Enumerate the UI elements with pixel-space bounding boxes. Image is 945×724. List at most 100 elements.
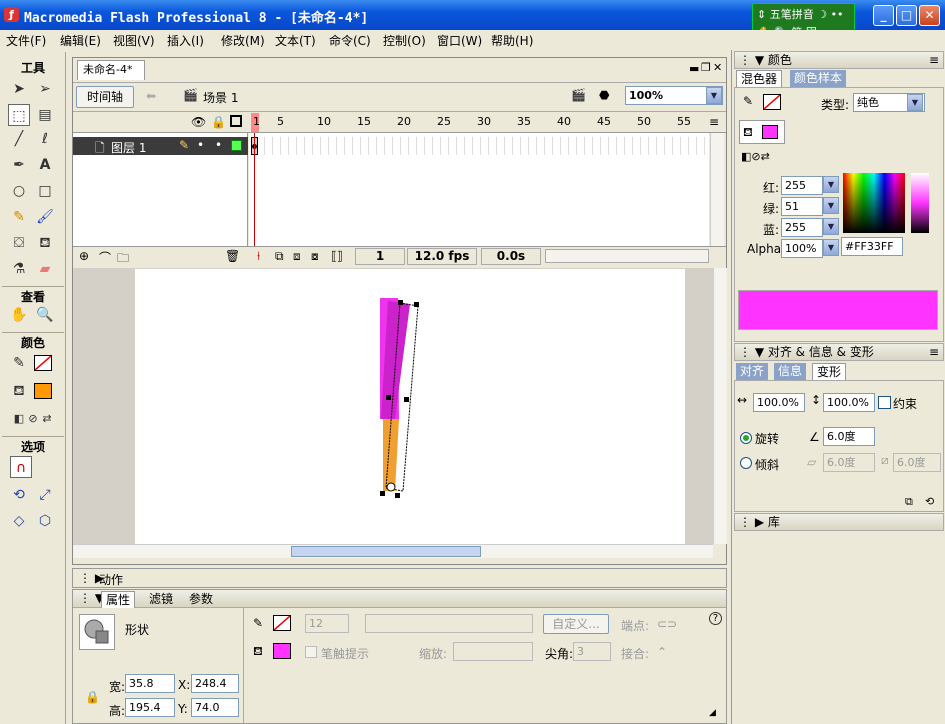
- hex-input[interactable]: #FF33FF: [841, 237, 903, 256]
- alpha-input[interactable]: 100%: [781, 239, 823, 258]
- green-dropdown-icon[interactable]: ▼: [823, 197, 839, 214]
- onion-markers-icon[interactable]: ⟦⟧: [331, 249, 343, 263]
- minimize-button[interactable]: _: [873, 5, 894, 26]
- menu-modify[interactable]: 修改(M): [221, 32, 265, 49]
- red-dropdown-icon[interactable]: ▼: [823, 176, 839, 193]
- stage-vscrollbar[interactable]: [713, 268, 727, 544]
- arrow-tool-icon[interactable]: ➤: [8, 78, 30, 100]
- outline-icon[interactable]: [230, 115, 242, 127]
- width-percent-input[interactable]: 100.0%: [753, 393, 805, 412]
- help-icon[interactable]: ?: [709, 612, 722, 625]
- close-button[interactable]: ✕: [919, 5, 940, 26]
- reset-transform-icon[interactable]: ⟲: [925, 495, 934, 508]
- onion-outline-icon[interactable]: ⧈: [293, 249, 301, 264]
- brightness-slider[interactable]: [911, 173, 929, 233]
- distort-icon[interactable]: ◇: [8, 510, 30, 532]
- hand-tool-icon[interactable]: ✋: [8, 304, 30, 326]
- pencil-tool-icon[interactable]: ✎: [8, 206, 30, 228]
- edit-scene-icon[interactable]: 🎬: [571, 88, 586, 102]
- doc-minimize-icon[interactable]: ▬: [689, 62, 699, 75]
- actions-panel-header[interactable]: ⋮ ▶ 动作: [72, 568, 727, 588]
- expand-props-icon[interactable]: ◢: [709, 708, 716, 718]
- gradient-transform-tool-icon[interactable]: ▤: [34, 104, 56, 126]
- stroke-size-input[interactable]: 12: [305, 614, 349, 633]
- subselect-tool-icon[interactable]: ➢: [34, 78, 56, 100]
- zoom-tool-icon[interactable]: 🔍: [34, 304, 56, 326]
- menu-view[interactable]: 视图(V): [113, 32, 155, 49]
- visibility-dot-icon[interactable]: •: [197, 138, 204, 152]
- fill-color-swatch-props[interactable]: [273, 643, 291, 659]
- add-folder-icon[interactable]: 🗀: [117, 249, 129, 270]
- lock-icon[interactable]: 🔒: [211, 115, 226, 129]
- stroke-style-select[interactable]: [365, 614, 533, 633]
- join-icon[interactable]: ⌃: [657, 645, 667, 659]
- fill-color-swatch[interactable]: [34, 383, 52, 399]
- mixer-fill-box[interactable]: ⛾: [739, 120, 785, 144]
- tab-filters[interactable]: 滤镜: [145, 591, 177, 608]
- timeline-vscrollbar[interactable]: [710, 133, 724, 246]
- envelope-icon[interactable]: ⬡: [34, 510, 56, 532]
- panel-menu-icon-2[interactable]: ≡: [929, 344, 939, 360]
- constrain-checkbox[interactable]: [878, 396, 891, 409]
- transform-panel-header[interactable]: ⋮ ▼ 对齐 & 信息 & 变形 ≡: [734, 343, 944, 361]
- mixer-fill-swatch[interactable]: [762, 125, 778, 139]
- lasso-tool-icon[interactable]: ℓ: [34, 128, 56, 150]
- stroke-color-swatch[interactable]: [34, 355, 52, 371]
- height-input[interactable]: 195.4: [125, 698, 175, 717]
- height-percent-input[interactable]: 100.0%: [823, 393, 875, 412]
- skew-v-input[interactable]: 6.0度: [893, 453, 941, 472]
- eraser-tool-icon[interactable]: ▰: [34, 258, 56, 280]
- stage[interactable]: [135, 269, 685, 544]
- menu-commands[interactable]: 命令(C): [329, 32, 371, 49]
- panel-menu-icon[interactable]: ≡: [929, 52, 939, 68]
- width-input[interactable]: 35.8: [125, 674, 175, 693]
- custom-button[interactable]: 自定义...: [543, 614, 609, 634]
- rotate-radio[interactable]: [740, 432, 752, 444]
- doc-close-icon[interactable]: ✕: [713, 61, 722, 74]
- tab-properties[interactable]: 属性: [101, 591, 136, 608]
- stroke-hint-checkbox[interactable]: [305, 646, 317, 658]
- ink-bottle-tool-icon[interactable]: ⛋: [8, 232, 30, 254]
- center-frame-icon[interactable]: ⍿: [257, 249, 260, 264]
- timeline-menu-icon[interactable]: ≡: [709, 115, 719, 129]
- edit-symbol-icon[interactable]: ⬣: [599, 88, 609, 102]
- tab-transform[interactable]: 变形: [812, 363, 847, 380]
- red-input[interactable]: 255: [781, 176, 823, 195]
- lock-scale-icon[interactable]: 🔒: [85, 690, 100, 704]
- tab-parameters[interactable]: 参数: [185, 591, 217, 608]
- document-tab[interactable]: 未命名-4*: [77, 60, 145, 80]
- miter-input[interactable]: 3: [573, 642, 611, 661]
- bw-icon[interactable]: ◧⊘⇄: [741, 150, 770, 163]
- back-arrow-icon[interactable]: ⬅: [146, 89, 156, 103]
- rectangle-tool-icon[interactable]: □: [34, 180, 56, 202]
- menu-window[interactable]: 窗口(W): [437, 32, 482, 49]
- y-input[interactable]: 74.0: [191, 698, 239, 717]
- copy-transform-icon[interactable]: ⧉: [905, 495, 913, 509]
- add-layer-icon[interactable]: ⊕: [79, 249, 89, 263]
- scale-icon[interactable]: ⤢: [34, 484, 56, 506]
- menu-edit[interactable]: 编辑(E): [60, 32, 101, 49]
- alpha-dropdown-icon[interactable]: ▼: [823, 239, 839, 256]
- mixer-stroke-swatch[interactable]: [763, 94, 781, 110]
- frame-rate[interactable]: 12.0 fps: [407, 248, 477, 265]
- color-panel-header[interactable]: ⋮ ▼ 颜色 ≡: [734, 51, 944, 69]
- edit-multiple-icon[interactable]: ⧇: [311, 249, 319, 264]
- menu-file[interactable]: 文件(F): [6, 32, 46, 49]
- blue-input[interactable]: 255: [781, 218, 823, 237]
- rotate-skew-icon[interactable]: ⟲: [8, 484, 30, 506]
- zoom-dropdown-icon[interactable]: ▼: [706, 87, 722, 104]
- endpoint-icon[interactable]: ⊂⊃: [657, 617, 677, 631]
- doc-restore-icon[interactable]: ❐: [701, 61, 711, 74]
- menu-control[interactable]: 控制(O): [383, 32, 426, 49]
- tab-info[interactable]: 信息: [774, 363, 807, 380]
- layer-row[interactable]: 🗋 图层 1 ✎ • •: [73, 137, 248, 155]
- outline-color-square[interactable]: [231, 140, 242, 151]
- skew-h-input[interactable]: 6.0度: [823, 453, 875, 472]
- timeline-button[interactable]: 时间轴: [76, 86, 134, 108]
- blue-dropdown-icon[interactable]: ▼: [823, 218, 839, 235]
- frame-ruler[interactable]: 1 5 10 15 20 25 30 35 40 45 50 55: [249, 115, 709, 131]
- green-input[interactable]: 51: [781, 197, 823, 216]
- flash-app-icon[interactable]: ƒ: [4, 7, 19, 22]
- menu-insert[interactable]: 插入(I): [167, 32, 204, 49]
- onion-skin-icon[interactable]: ⧉: [275, 249, 284, 264]
